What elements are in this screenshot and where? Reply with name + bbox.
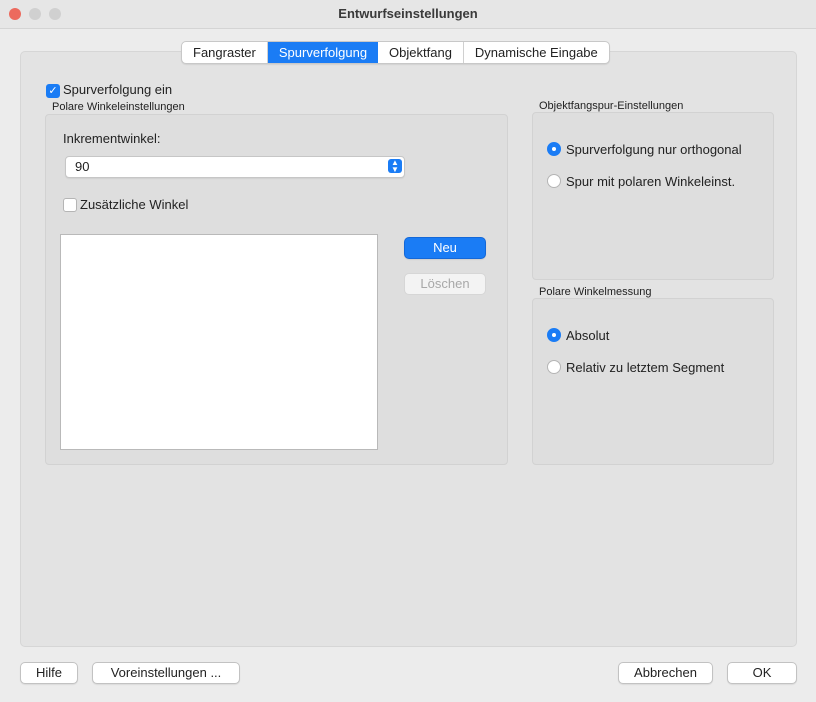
orthogonal-only-label: Spurverfolgung nur orthogonal	[566, 142, 742, 157]
new-angle-button[interactable]: Neu	[404, 237, 486, 259]
snap-tracking-group	[532, 112, 774, 280]
tab-spurverfolgung[interactable]: Spurverfolgung	[267, 42, 379, 63]
help-button[interactable]: Hilfe	[20, 662, 78, 684]
ok-button[interactable]: OK	[727, 662, 797, 684]
select-arrows-icon: ▲ ▼	[388, 159, 402, 174]
tab-objektfang[interactable]: Objektfang	[378, 42, 464, 63]
absolute-label: Absolut	[566, 328, 610, 343]
increment-angle-value: 90	[75, 159, 90, 174]
cancel-button[interactable]: Abbrechen	[618, 662, 713, 684]
tracking-enable-label: Spurverfolgung ein	[63, 82, 173, 97]
polar-tracking-label: Spur mit polaren Winkeleinst.	[566, 174, 736, 189]
additional-angles-label: Zusätzliche Winkel	[80, 197, 189, 212]
delete-angle-button[interactable]: Löschen	[404, 273, 486, 295]
polar-measure-title: Polare Winkelmessung	[539, 286, 652, 298]
tab-bar: Fangraster Spurverfolgung Objektfang Dyn…	[181, 41, 610, 64]
tab-dynamische-eingabe[interactable]: Dynamische Eingabe	[464, 42, 609, 63]
polar-settings-title: Polare Winkeleinstellungen	[52, 101, 185, 113]
increment-angle-label: Inkrementwinkel:	[63, 131, 161, 146]
additional-angles-checkbox[interactable]	[63, 198, 77, 212]
additional-angles-list[interactable]	[60, 234, 378, 450]
absolute-radio[interactable]	[547, 328, 561, 342]
snap-tracking-title: Objektfangspur-Einstellungen	[539, 100, 684, 112]
orthogonal-only-radio[interactable]	[547, 142, 561, 156]
defaults-button[interactable]: Voreinstellungen ...	[92, 662, 240, 684]
increment-angle-select[interactable]: 90 ▲ ▼	[65, 156, 405, 178]
polar-tracking-radio[interactable]	[547, 174, 561, 188]
relative-radio[interactable]	[547, 360, 561, 374]
polar-measure-group	[532, 298, 774, 465]
tab-fangraster[interactable]: Fangraster	[182, 42, 268, 63]
relative-label: Relativ zu letztem Segment	[566, 360, 725, 375]
window-title: Entwurfseinstellungen	[338, 6, 478, 21]
tracking-enable-checkbox[interactable]: ✓	[46, 84, 60, 98]
